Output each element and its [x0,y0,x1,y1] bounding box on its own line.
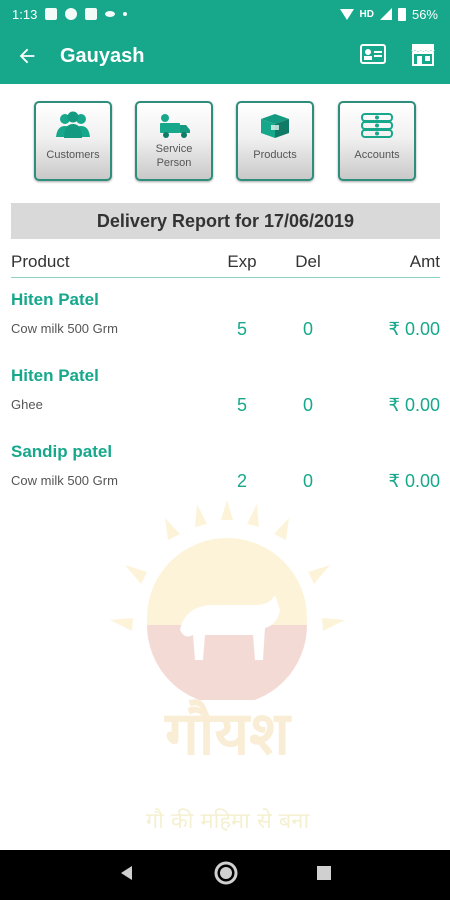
network-type: HD [359,8,374,20]
wifi-icon [339,8,354,20]
tile-service-person[interactable]: Service Person [135,101,213,181]
app-title: Gauyash [60,44,145,67]
row-exp: 2 [236,471,247,491]
column-product: Product [11,252,70,271]
battery-percent: 56% [411,6,438,22]
tile-customers[interactable]: Customers [34,101,112,181]
status-left: 1:13 [12,6,128,22]
app-bar: Gauyash [0,28,450,84]
home-circle-icon [214,861,238,884]
battery-icon [397,7,406,21]
system-nav-bar [0,850,450,900]
tile-customers-label: Customers [46,149,100,161]
box-icon [257,110,293,140]
money-stack-icon [359,110,395,140]
table-header: Product Exp Del Amt [11,252,440,278]
app-actions [360,41,450,72]
row-customer: Hiten Patel [11,290,99,309]
tile-accounts[interactable]: Accounts [338,101,416,181]
dot-icon [123,12,128,16]
back-button[interactable] [0,28,54,84]
watermark-logo: गौयश गौ की महिमा से बना [95,500,360,845]
table-row[interactable]: Hiten Patel Cow milk 500 Grm 5 0 ₹ 0.00 [11,290,440,366]
sun-logo-icon [110,500,345,700]
store-button[interactable] [410,41,436,72]
message-icon [85,8,98,20]
id-card-icon [360,43,386,64]
row-product: Ghee [11,397,43,412]
row-del: 0 [302,319,313,339]
row-amt: ₹ 0.00 [388,395,441,415]
nav-recents-button[interactable] [316,865,332,886]
column-amt: Amt [409,252,440,271]
row-del: 0 [302,471,313,491]
watermark-text: गौयश [165,699,290,769]
menu-tiles: Customers Service Person Products Accoun… [0,101,450,181]
row-exp: 5 [236,319,247,339]
row-amt: ₹ 0.00 [388,471,441,491]
signal-icon [379,8,392,20]
column-exp: Exp [227,252,257,271]
row-amt: ₹ 0.00 [388,319,441,339]
status-bar: 1:13 HD 56% [0,0,450,28]
tile-products[interactable]: Products [236,101,314,181]
id-card-button[interactable] [360,43,386,69]
row-del: 0 [302,395,313,415]
people-icon [55,110,91,140]
app-notification-icon [65,8,78,20]
table-row[interactable]: Sandip patel Cow milk 500 Grm 2 0 ₹ 0.00 [11,442,440,518]
notification-icon [45,8,58,20]
report-rows: Hiten Patel Cow milk 500 Grm 5 0 ₹ 0.00 … [11,290,440,518]
arrow-back-icon [19,48,35,64]
nav-back-button[interactable] [118,864,136,887]
delivery-truck-icon [156,110,192,140]
tile-products-label: Products [253,149,297,161]
row-customer: Hiten Patel [11,366,99,385]
row-exp: 5 [236,395,247,415]
watermark-tagline: गौ की महिमा से बना [145,809,310,834]
tile-accounts-label: Accounts [354,149,400,161]
store-icon [411,43,435,66]
back-triangle-icon [121,865,133,880]
row-product: Cow milk 500 Grm [11,473,118,488]
row-product: Cow milk 500 Grm [11,321,118,336]
status-right: HD 56% [339,6,438,22]
report-title: Delivery Report for 17/06/2019 [11,203,440,239]
missed-call-icon [105,11,116,17]
table-row[interactable]: Hiten Patel Ghee 5 0 ₹ 0.00 [11,366,440,442]
tile-service-person-label: Service Person [155,143,193,169]
status-time: 1:13 [12,6,38,22]
row-customer: Sandip patel [11,442,113,461]
nav-home-button[interactable] [213,860,239,891]
column-del: Del [295,252,321,271]
recents-square-icon [316,865,331,880]
